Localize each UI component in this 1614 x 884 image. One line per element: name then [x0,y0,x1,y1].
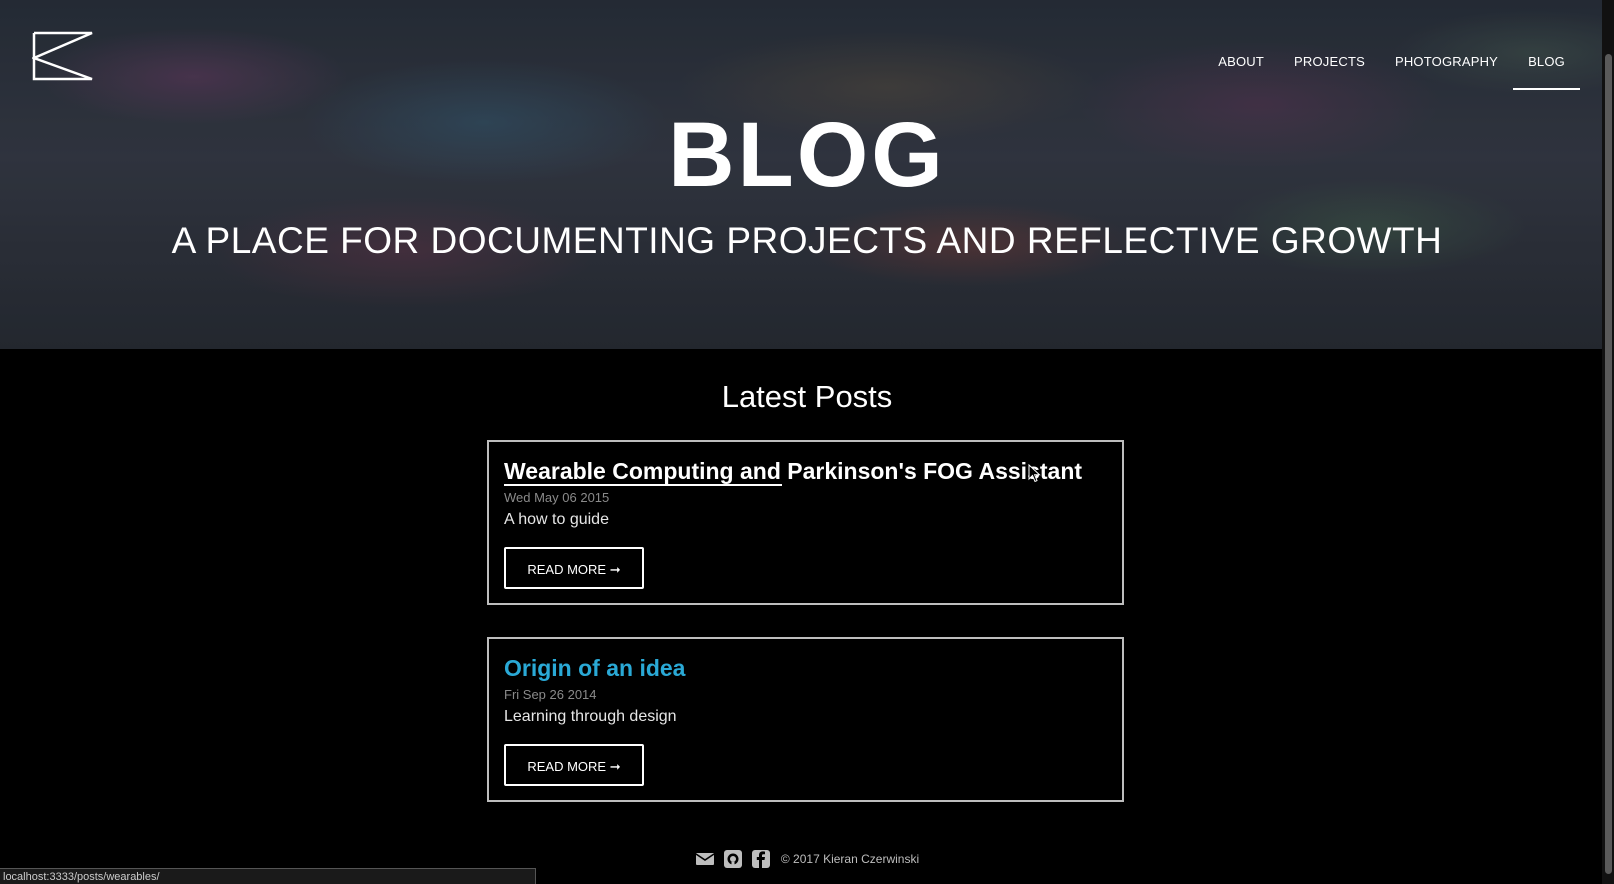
mouse-cursor-icon [1028,464,1041,483]
footer: © 2017 Kieran Czerwinski [0,849,1614,869]
hero-banner: ABOUT PROJECTS PHOTOGRAPHY BLOG BLOG A P… [0,0,1614,349]
post-date: Wed May 06 2015 [504,490,610,505]
post-description: A how to guide [504,511,609,528]
page-title: BLOG [668,104,946,206]
copyright-text: © 2017 Kieran Czerwinski [780,852,920,866]
post-card: Origin of an idea Fri Sep 26 2014 Learni… [487,637,1124,802]
page: ABOUT PROJECTS PHOTOGRAPHY BLOG BLOG A P… [0,0,1614,884]
read-more-button[interactable]: READ MORE ➞ [504,547,644,589]
post-date: Fri Sep 26 2014 [504,687,597,702]
main-nav: ABOUT PROJECTS PHOTOGRAPHY BLOG [1203,42,1580,90]
page-subtitle: A PLACE FOR DOCUMENTING PROJECTS AND REF… [171,220,1443,261]
logo-icon[interactable] [32,30,94,82]
latest-posts-heading: Latest Posts [721,379,893,414]
github-icon[interactable] [723,849,743,869]
read-more-button[interactable]: READ MORE ➞ [504,744,644,786]
nav-item-about[interactable]: ABOUT [1203,42,1279,88]
nav-item-projects[interactable]: PROJECTS [1279,42,1380,88]
nav-item-photography[interactable]: PHOTOGRAPHY [1380,42,1513,88]
post-title-link[interactable]: Origin of an idea [504,653,685,683]
envelope-icon[interactable] [695,849,715,869]
nav-item-blog[interactable]: BLOG [1513,42,1580,90]
status-bar-url: localhost:3333/posts/wearables/ [0,868,536,884]
post-description: Learning through design [504,708,677,725]
post-title-link[interactable]: Wearable Computing and Parkinson's FOG A… [504,456,1083,486]
facebook-icon[interactable] [751,849,771,869]
